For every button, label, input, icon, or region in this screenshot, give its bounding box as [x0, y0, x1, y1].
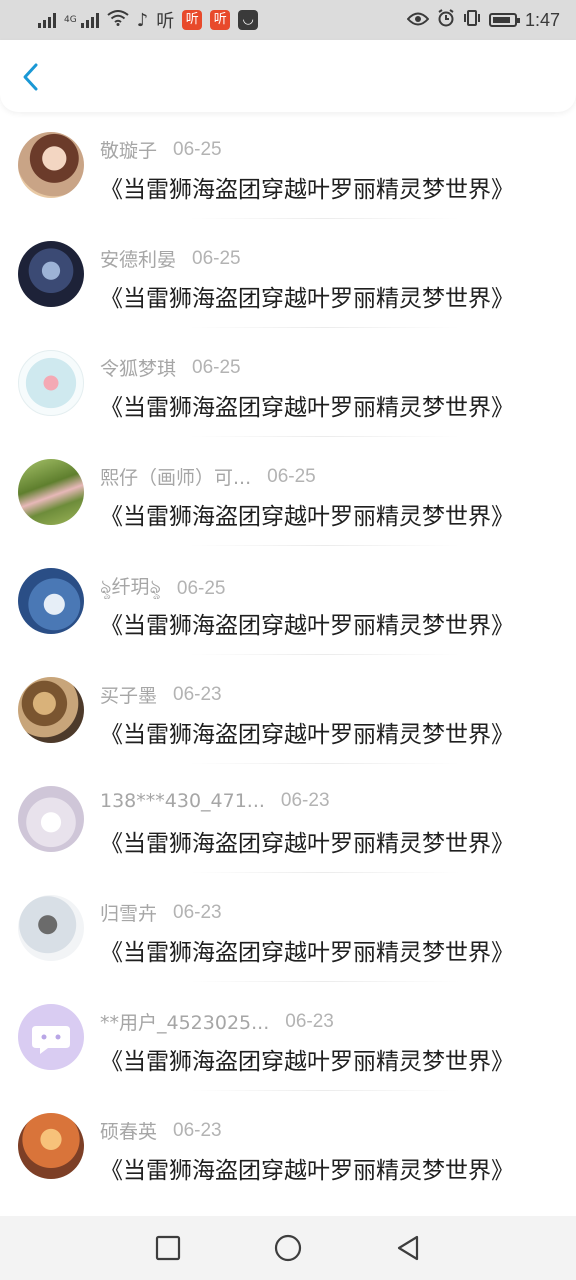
- username: 买子墨: [100, 685, 158, 707]
- book-title: 《当雷狮海盗团穿越叶罗丽精灵梦世界》: [100, 940, 514, 966]
- network-type: 4G: [64, 14, 77, 25]
- book-title: 《当雷狮海盗团穿越叶罗丽精灵梦世界》: [100, 395, 514, 421]
- username: 硕春英: [100, 1121, 158, 1143]
- username: 安德利晏: [100, 249, 177, 271]
- avatar[interactable]: [18, 568, 84, 634]
- list-item[interactable]: 138***430_471... 06-23 《当雷狮海盗团穿越叶罗丽精灵梦世界…: [0, 782, 576, 891]
- notification-app-icon: ◡: [238, 10, 259, 30]
- list-item[interactable]: 硕春英 06-23 《当雷狮海盗团穿越叶罗丽精灵梦世界》: [0, 1109, 576, 1218]
- date: 06-25: [173, 138, 222, 160]
- username: 令狐梦琪: [100, 358, 177, 380]
- book-title: 《当雷狮海盗团穿越叶罗丽精灵梦世界》: [100, 504, 514, 530]
- divider: [190, 981, 460, 982]
- avatar[interactable]: [18, 350, 84, 416]
- meta-row: **用户_4523025... 06-23: [100, 1008, 334, 1035]
- status-time: 1:47: [524, 9, 560, 30]
- back-button[interactable]: [14, 58, 50, 94]
- username: 熙仔（画师）可...: [100, 467, 252, 489]
- username: 归雪卉: [100, 903, 158, 925]
- meta-row: 138***430_471... 06-23: [100, 790, 330, 812]
- username: ৡ纤玥ৡ: [100, 576, 161, 598]
- alarm-icon: [437, 8, 455, 32]
- system-nav-bar: [0, 1216, 576, 1280]
- app-icon-listen-red-2: 听: [210, 10, 231, 30]
- book-title: 《当雷狮海盗团穿越叶罗丽精灵梦世界》: [100, 722, 514, 748]
- list-item[interactable]: 归雪卉 06-23 《当雷狮海盗团穿越叶罗丽精灵梦世界》: [0, 891, 576, 1000]
- date: 06-23: [280, 790, 330, 811]
- date: 06-23: [173, 1119, 222, 1141]
- list-item[interactable]: 敬璇子 06-25 《当雷狮海盗团穿越叶罗丽精灵梦世界》: [0, 128, 576, 237]
- meta-row: 安德利晏 06-25: [100, 245, 241, 272]
- eye-icon: [406, 10, 430, 31]
- chevron-left-icon: [23, 63, 38, 91]
- avatar[interactable]: [18, 677, 84, 743]
- list-item[interactable]: 买子墨 06-23 《当雷狮海盗团穿越叶罗丽精灵梦世界》: [0, 673, 576, 782]
- status-left: 4G ♪ 听 听 听 ◡: [38, 7, 259, 33]
- book-title: 《当雷狮海盗团穿越叶罗丽精灵梦世界》: [100, 286, 514, 312]
- back-triangle-icon[interactable]: [393, 1233, 423, 1263]
- avatar[interactable]: [18, 895, 84, 961]
- meta-row: 敬璇子 06-25: [100, 136, 222, 163]
- book-title: 《当雷狮海盗团穿越叶罗丽精灵梦世界》: [100, 177, 514, 203]
- date: 06-23: [173, 683, 222, 705]
- status-right: 1:47: [406, 8, 560, 32]
- wifi-icon: [107, 9, 129, 31]
- vibrate-icon: [463, 9, 481, 32]
- signal-icon: [38, 12, 56, 28]
- reader-list: 敬璇子 06-25 《当雷狮海盗团穿越叶罗丽精灵梦世界》 安德利晏 06-25 …: [0, 128, 576, 1218]
- meta-row: 买子墨 06-23: [100, 681, 222, 708]
- divider: [190, 872, 460, 873]
- header: [0, 40, 576, 112]
- username: **用户_4523025...: [100, 1012, 270, 1034]
- signal-icon-2: [80, 12, 99, 28]
- status-bar: 4G ♪ 听 听 听 ◡ 1:47: [0, 0, 576, 40]
- date: 06-25: [192, 247, 241, 269]
- username: 138***430_471...: [100, 790, 265, 812]
- list-item[interactable]: **用户_4523025... 06-23 《当雷狮海盗团穿越叶罗丽精灵梦世界》: [0, 1000, 576, 1109]
- avatar[interactable]: [18, 459, 84, 525]
- app-icon-listen-red: 听: [182, 10, 203, 30]
- list-item[interactable]: 熙仔（画师）可... 06-25 《当雷狮海盗团穿越叶罗丽精灵梦世界》: [0, 455, 576, 564]
- date: 06-23: [285, 1010, 334, 1032]
- app-icon-listen: 听: [156, 11, 175, 32]
- meta-row: 硕春英 06-23: [100, 1117, 222, 1144]
- recents-square-icon[interactable]: [153, 1233, 183, 1263]
- divider: [190, 654, 460, 655]
- battery-icon: [488, 13, 520, 27]
- divider: [190, 218, 460, 219]
- avatar[interactable]: [18, 1113, 84, 1179]
- date: 06-25: [192, 356, 241, 378]
- list-item[interactable]: 令狐梦琪 06-25 《当雷狮海盗团穿越叶罗丽精灵梦世界》: [0, 346, 576, 455]
- divider: [190, 545, 460, 546]
- book-title: 《当雷狮海盗团穿越叶罗丽精灵梦世界》: [100, 831, 514, 857]
- meta-row: 熙仔（画师）可... 06-25: [100, 463, 316, 490]
- book-title: 《当雷狮海盗团穿越叶罗丽精灵梦世界》: [100, 613, 514, 639]
- book-title: 《当雷狮海盗团穿越叶罗丽精灵梦世界》: [100, 1158, 514, 1184]
- meta-row: 归雪卉 06-23: [100, 899, 222, 926]
- date: 06-25: [176, 577, 226, 599]
- username: 敬璇子: [100, 140, 158, 162]
- list-item[interactable]: ৡ纤玥ৡ 06-25 《当雷狮海盗团穿越叶罗丽精灵梦世界》: [0, 564, 576, 673]
- book-title: 《当雷狮海盗团穿越叶罗丽精灵梦世界》: [100, 1049, 514, 1075]
- divider: [190, 436, 460, 437]
- divider: [190, 327, 460, 328]
- avatar[interactable]: [18, 241, 84, 307]
- meta-row: ৡ纤玥ৡ 06-25: [100, 572, 226, 605]
- divider: [190, 763, 460, 764]
- avatar[interactable]: [18, 132, 84, 198]
- divider: [190, 1090, 460, 1091]
- avatar[interactable]: [18, 1004, 84, 1070]
- date: 06-25: [267, 465, 316, 487]
- date: 06-23: [173, 901, 222, 923]
- music-note-icon: ♪: [136, 9, 149, 31]
- home-circle-icon[interactable]: [273, 1233, 303, 1263]
- avatar[interactable]: [18, 786, 84, 852]
- chat-bubble-icon: [32, 1026, 70, 1054]
- list-item[interactable]: 安德利晏 06-25 《当雷狮海盗团穿越叶罗丽精灵梦世界》: [0, 237, 576, 346]
- meta-row: 令狐梦琪 06-25: [100, 354, 241, 381]
